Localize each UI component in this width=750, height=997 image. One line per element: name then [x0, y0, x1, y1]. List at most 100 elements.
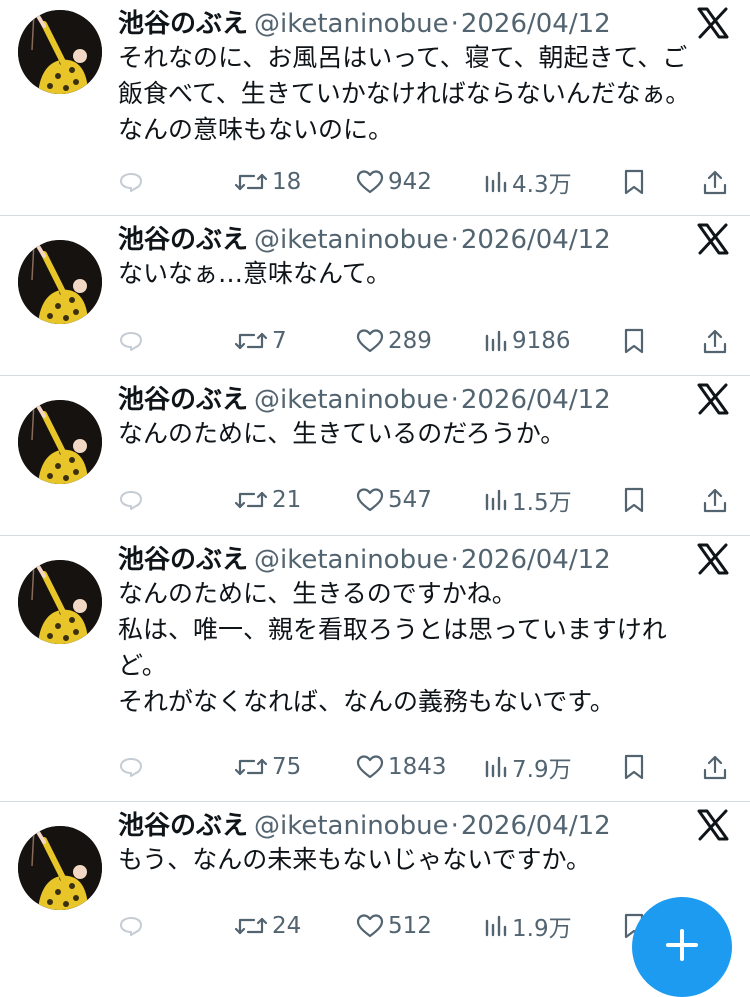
author-name[interactable]: 池谷のぶえ	[118, 545, 248, 575]
view-count: 7.9万	[512, 757, 572, 783]
heart-icon	[356, 328, 384, 354]
post-date[interactable]: 2026/04/12	[461, 545, 611, 575]
heart-icon	[356, 754, 384, 780]
repost-icon	[234, 487, 268, 513]
post-date[interactable]: 2026/04/12	[461, 385, 611, 415]
author-name[interactable]: 池谷のぶえ	[118, 385, 248, 415]
like-count: 289	[388, 328, 432, 354]
share-button[interactable]	[702, 321, 728, 361]
separator-dot: ·	[450, 811, 459, 841]
repost-button[interactable]: 75	[234, 747, 301, 787]
views-chart-icon	[484, 169, 508, 195]
repost-count: 21	[272, 487, 302, 513]
share-icon	[702, 753, 728, 781]
post[interactable]: 池谷のぶえ @iketaninobue·2026/04/12 なんのために、生きてい…	[0, 376, 750, 536]
bookmark-button[interactable]	[622, 480, 646, 520]
post-text: なんのために、生きているのだろうか。	[118, 416, 724, 452]
x-logo-icon	[696, 808, 730, 842]
post-header: 池谷のぶえ @iketaninobue·2026/04/12	[118, 380, 690, 420]
heart-icon	[356, 169, 384, 195]
repost-button[interactable]: 18	[234, 162, 301, 202]
views-button[interactable]: 1.9万	[484, 906, 572, 946]
post-text-line: なんのために、生きるのですかね。	[118, 579, 517, 608]
reply-button[interactable]	[118, 906, 144, 946]
reply-button[interactable]	[118, 480, 144, 520]
heart-icon	[356, 913, 384, 939]
bookmark-icon	[622, 486, 646, 514]
post-actions: 21 547 1.5万	[0, 480, 750, 520]
author-name[interactable]: 池谷のぶえ	[118, 811, 248, 841]
reply-button[interactable]	[118, 321, 144, 361]
post-date[interactable]: 2026/04/12	[461, 9, 611, 39]
post[interactable]: 池谷のぶえ @iketaninobue·2026/04/12 それなのに、お風呂はい…	[0, 0, 750, 216]
repost-button[interactable]: 7	[234, 321, 287, 361]
share-icon	[702, 168, 728, 196]
views-button[interactable]: 9186	[484, 321, 571, 361]
x-logo-icon	[696, 6, 730, 40]
separator-dot: ·	[450, 385, 459, 415]
like-button[interactable]: 1843	[356, 747, 447, 787]
view-count: 4.3万	[512, 172, 572, 198]
avatar[interactable]	[18, 240, 102, 324]
repost-button[interactable]: 24	[234, 906, 301, 946]
avatar[interactable]	[18, 10, 102, 94]
views-chart-icon	[484, 913, 508, 939]
views-button[interactable]: 4.3万	[484, 162, 572, 202]
avatar[interactable]	[18, 400, 102, 484]
bookmark-button[interactable]	[622, 321, 646, 361]
share-button[interactable]	[702, 162, 728, 202]
repost-count: 75	[272, 754, 302, 780]
author-handle[interactable]: @iketaninobue	[254, 811, 449, 841]
reply-icon	[118, 328, 144, 354]
view-count: 9186	[512, 328, 571, 354]
views-button[interactable]: 1.5万	[484, 480, 572, 520]
author-handle[interactable]: @iketaninobue	[254, 9, 449, 39]
post[interactable]: 池谷のぶえ @iketaninobue·2026/04/12 なんのために、生きるの…	[0, 536, 750, 802]
share-button[interactable]	[702, 747, 728, 787]
author-handle[interactable]: @iketaninobue	[254, 545, 449, 575]
avatar[interactable]	[18, 560, 102, 644]
reply-icon	[118, 487, 144, 513]
like-button[interactable]: 942	[356, 162, 432, 202]
author-name[interactable]: 池谷のぶえ	[118, 225, 248, 255]
compose-button[interactable]	[632, 897, 732, 997]
post-text: それなのに、お風呂はいって、寝て、朝起きて、ご 飯食べて、生きていかなければならな…	[118, 40, 724, 148]
post-actions: 18 942 4.3万	[0, 162, 750, 202]
author-handle[interactable]: @iketaninobue	[254, 385, 449, 415]
post-text-line: それがなくなれば、なんの義務もないです。	[118, 687, 615, 716]
like-button[interactable]: 512	[356, 906, 432, 946]
post-text: ないなぁ…意味なんて。	[118, 256, 724, 292]
post[interactable]: 池谷のぶえ @iketaninobue·2026/04/12 ないなぁ…意味なんて。…	[0, 216, 750, 376]
author-name[interactable]: 池谷のぶえ	[118, 9, 248, 39]
repost-count: 7	[272, 328, 287, 354]
post-text-line: 飯食べて、生きていかなければならないんだなぁ。	[118, 79, 691, 108]
post-date[interactable]: 2026/04/12	[461, 811, 611, 841]
view-count: 1.9万	[512, 916, 572, 942]
bookmark-icon	[622, 168, 646, 196]
author-handle[interactable]: @iketaninobue	[254, 225, 449, 255]
views-button[interactable]: 7.9万	[484, 747, 572, 787]
like-button[interactable]: 547	[356, 480, 432, 520]
post-actions: 7 289 9186	[0, 321, 750, 361]
share-button[interactable]	[702, 480, 728, 520]
share-icon	[702, 486, 728, 514]
reply-button[interactable]	[118, 162, 144, 202]
post-text-line: もう、なんの未来もないじゃないですか。	[118, 845, 592, 874]
repost-button[interactable]: 21	[234, 480, 301, 520]
avatar[interactable]	[18, 826, 102, 910]
repost-count: 18	[272, 169, 302, 195]
like-button[interactable]: 289	[356, 321, 432, 361]
post-header: 池谷のぶえ @iketaninobue·2026/04/12	[118, 4, 690, 44]
repost-icon	[234, 913, 268, 939]
reply-button[interactable]	[118, 747, 144, 787]
bookmark-button[interactable]	[622, 162, 646, 202]
x-logo-icon	[696, 382, 730, 416]
plus-icon	[666, 929, 698, 961]
like-count: 512	[388, 913, 432, 939]
bookmark-button[interactable]	[622, 747, 646, 787]
post-date[interactable]: 2026/04/12	[461, 225, 611, 255]
view-count: 1.5万	[512, 490, 572, 516]
x-logo-icon	[696, 542, 730, 576]
like-count: 547	[388, 487, 432, 513]
views-chart-icon	[484, 328, 508, 354]
